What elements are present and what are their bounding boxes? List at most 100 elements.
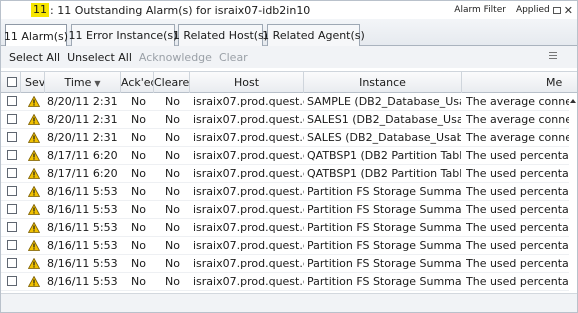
host-cell: israix07.prod.quest.corp (193, 113, 304, 126)
host-cell: israix07.prod.quest.corp (193, 221, 304, 234)
header-message[interactable]: Me (462, 72, 577, 93)
message-cell: The used percentage (466, 221, 569, 234)
tab-error-instances[interactable]: 11 Error Instance(s) (69, 24, 177, 46)
row-checkbox[interactable] (7, 96, 17, 106)
header-cleared[interactable]: Cleared (154, 72, 190, 93)
warning-triangle-icon (28, 204, 40, 215)
instance-cell: Partition FS Storage Summary (D... (307, 203, 461, 216)
row-checkbox[interactable] (7, 132, 17, 142)
maximize-icon[interactable] (552, 6, 561, 14)
select-all-checkbox[interactable] (7, 77, 17, 87)
time-cell: 8/16/11 5:53 PM (47, 221, 121, 234)
host-cell: israix07.prod.quest.corp (193, 131, 304, 144)
table-row[interactable]: 8/16/11 5:53 PM No No israix07.prod.ques… (1, 201, 569, 219)
select-all-button[interactable]: Select All (9, 51, 60, 64)
row-checkbox[interactable] (7, 114, 17, 124)
acked-cell: No (131, 221, 146, 234)
header-sev[interactable]: Sev (21, 72, 45, 93)
table-row[interactable]: 8/20/11 2:31 PM No No israix07.prod.ques… (1, 93, 569, 111)
tab-label: 1 Related Host(s) (172, 29, 269, 42)
alarm-grid: Sev Time▼ Ack'ed Cleared Host Instance M… (1, 68, 577, 293)
table-row[interactable]: 8/17/11 6:20 PM No No israix07.prod.ques… (1, 147, 569, 165)
warning-triangle-icon (28, 258, 40, 269)
row-checkbox[interactable] (7, 240, 17, 250)
table-row[interactable]: 8/16/11 5:53 PM No No israix07.prod.ques… (1, 273, 569, 291)
applied-label: Applied (515, 5, 550, 15)
time-cell: 8/17/11 6:20 PM (47, 167, 121, 180)
message-cell: The used percentage (466, 257, 569, 270)
header-acked[interactable]: Ack'ed (121, 72, 154, 93)
time-cell: 8/17/11 6:20 PM (47, 149, 121, 162)
instance-cell: Partition FS Storage Summary (D... (307, 275, 461, 288)
grid-header: Sev Time▼ Ack'ed Cleared Host Instance M… (1, 71, 577, 93)
host-cell: israix07.prod.quest.corp (193, 257, 304, 270)
table-row[interactable]: 8/16/11 5:53 PM No No israix07.prod.ques… (1, 219, 569, 237)
message-cell: The average connecti (466, 113, 569, 126)
cleared-cell: No (165, 275, 180, 288)
message-cell: The used percentage (466, 149, 569, 162)
cleared-cell: No (165, 149, 180, 162)
table-row[interactable]: 8/16/11 5:53 PM No No israix07.prod.ques… (1, 183, 569, 201)
acked-cell: No (131, 95, 146, 108)
row-checkbox[interactable] (7, 186, 17, 196)
cleared-cell: No (165, 257, 180, 270)
title-bar: 11 : 11 Outstanding Alarm(s) for israix0… (1, 1, 577, 19)
table-row[interactable]: 8/16/11 5:53 PM No No israix07.prod.ques… (1, 255, 569, 273)
tab-alarms[interactable]: 11 Alarm(s) (4, 24, 68, 47)
row-checkbox[interactable] (7, 222, 17, 232)
cleared-cell: No (165, 113, 180, 126)
cleared-cell: No (165, 203, 180, 216)
tab-strip: 11 Alarm(s) 11 Error Instance(s) 1 Relat… (1, 19, 577, 47)
sort-descending-icon: ▼ (94, 79, 101, 88)
acked-cell: No (131, 275, 146, 288)
alarm-filter-link[interactable]: Alarm Filter (454, 5, 506, 15)
row-checkbox[interactable] (7, 150, 17, 160)
message-cell: The used percentage (466, 239, 569, 252)
acked-cell: No (131, 185, 146, 198)
header-select-cell (1, 72, 21, 93)
message-cell: The average connecti (466, 95, 569, 108)
header-time-label: Time (64, 76, 92, 89)
acked-cell: No (131, 149, 146, 162)
table-row[interactable]: 8/16/11 5:53 PM No No israix07.prod.ques… (1, 237, 569, 255)
close-icon[interactable]: ✕ (564, 5, 573, 16)
host-cell: israix07.prod.quest.corp (193, 203, 304, 216)
instance-cell: SAMPLE (DB2_Database_Usability) (307, 95, 461, 108)
table-row[interactable]: 8/20/11 2:31 PM No No israix07.prod.ques… (1, 129, 569, 147)
cleared-cell: No (165, 221, 180, 234)
acked-cell: No (131, 113, 146, 126)
column-menu-icon[interactable] (549, 52, 557, 61)
time-cell: 8/16/11 5:53 PM (47, 275, 121, 288)
clear-button[interactable]: Clear (219, 51, 248, 64)
acknowledge-button[interactable]: Acknowledge (139, 51, 212, 64)
unselect-all-button[interactable]: Unselect All (67, 51, 132, 64)
warning-triangle-icon (28, 276, 40, 287)
row-checkbox[interactable] (7, 276, 17, 286)
scroll-up-icon[interactable] (570, 99, 576, 103)
tab-related-agents[interactable]: 1 Related Agent(s) (262, 24, 365, 46)
cleared-cell: No (165, 131, 180, 144)
table-row[interactable]: 8/20/11 2:31 PM No No israix07.prod.ques… (1, 111, 569, 129)
time-cell: 8/16/11 5:53 PM (47, 257, 121, 270)
window-title: : 11 Outstanding Alarm(s) for israix07-i… (50, 3, 311, 17)
instance-cell: SALES1 (DB2_Database_Usability) (307, 113, 461, 126)
row-checkbox[interactable] (7, 204, 17, 214)
time-cell: 8/20/11 2:31 PM (47, 113, 121, 126)
vertical-scrollbar[interactable] (569, 93, 577, 293)
header-time[interactable]: Time ▼ (45, 72, 121, 93)
acked-cell: No (131, 257, 146, 270)
header-host[interactable]: Host (190, 72, 304, 93)
host-cell: israix07.prod.quest.corp (193, 239, 304, 252)
tab-related-hosts[interactable]: 1 Related Host(s) (173, 24, 268, 46)
instance-cell: SALES (DB2_Database_Usability) (307, 131, 461, 144)
time-cell: 8/20/11 2:31 PM (47, 131, 121, 144)
table-row[interactable]: 8/17/11 6:20 PM No No israix07.prod.ques… (1, 165, 569, 183)
warning-triangle-icon (28, 150, 40, 161)
acked-cell: No (131, 203, 146, 216)
header-instance[interactable]: Instance (304, 72, 462, 93)
cleared-cell: No (165, 167, 180, 180)
warning-triangle-icon (28, 240, 40, 251)
row-checkbox[interactable] (7, 258, 17, 268)
instance-cell: QATBSP1 (DB2 Partition Table Sp... (307, 149, 461, 162)
row-checkbox[interactable] (7, 168, 17, 178)
